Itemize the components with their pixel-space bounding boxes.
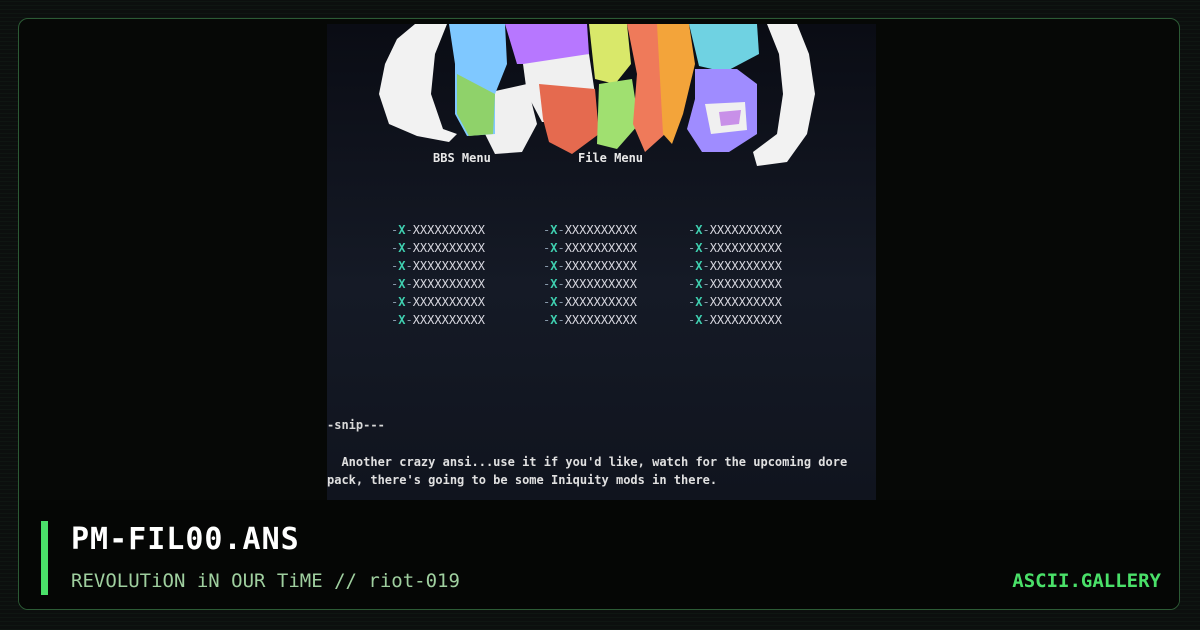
bbs-menu-label: BBS Menu: [433, 151, 491, 165]
menu-row: -X-XXXXXXXXXX: [391, 223, 485, 237]
description-line-2: pack, there's going to be some Iniquity …: [327, 473, 718, 487]
menu-row: -X-XXXXXXXXXX: [543, 223, 637, 237]
description-line-1: Another crazy ansi...use it if you'd lik…: [327, 455, 848, 469]
card-frame: BBS Menu File Menu -X-XXXXXXXXXX -X-XXXX…: [18, 18, 1180, 610]
menu-row: -X-XXXXXXXXXX: [543, 277, 637, 291]
file-menu-label: File Menu: [578, 151, 644, 165]
menu-row: -X-XXXXXXXXXX: [688, 277, 782, 291]
pack-subtitle: REVOLUTiON iN OUR TiME // riot-019: [71, 570, 460, 592]
accent-bar: [41, 521, 48, 595]
menu-row: -X-XXXXXXXXXX: [391, 313, 485, 327]
menu-row: -X-XXXXXXXXXX: [543, 295, 637, 309]
menu-row: -X-XXXXXXXXXX: [391, 277, 485, 291]
menu-row: -X-XXXXXXXXXX: [391, 241, 485, 255]
menu-row: -X-XXXXXXXXXX: [688, 313, 782, 327]
menu-column-3: -X-XXXXXXXXXX -X-XXXXXXXXXX -X-XXXXXXXXX…: [688, 221, 782, 329]
menu-row: -X-XXXXXXXXXX: [688, 259, 782, 273]
file-title: PM-FIL00.ANS: [71, 522, 300, 557]
menu-row: -X-XXXXXXXXXX: [543, 241, 637, 255]
snip-marker: -snip---: [327, 418, 385, 432]
brand-label: ASCII.GALLERY: [1012, 570, 1161, 592]
menu-row: -X-XXXXXXXXXX: [543, 259, 637, 273]
ansi-artwork: BBS Menu File Menu -X-XXXXXXXXXX -X-XXXX…: [327, 24, 876, 500]
menu-row: -X-XXXXXXXXXX: [391, 259, 485, 273]
menu-row: -X-XXXXXXXXXX: [543, 313, 637, 327]
menu-row: -X-XXXXXXXXXX: [391, 295, 485, 309]
menu-row: -X-XXXXXXXXXX: [688, 223, 782, 237]
info-footer: PM-FIL00.ANS REVOLUTiON iN OUR TiME // r…: [19, 500, 1179, 609]
menu-row: -X-XXXXXXXXXX: [688, 295, 782, 309]
artwork-description: Another crazy ansi...use it if you'd lik…: [327, 453, 876, 489]
menu-column-2: -X-XXXXXXXXXX -X-XXXXXXXXXX -X-XXXXXXXXX…: [543, 221, 637, 329]
menu-column-1: -X-XXXXXXXXXX -X-XXXXXXXXXX -X-XXXXXXXXX…: [391, 221, 485, 329]
menu-row: -X-XXXXXXXXXX: [688, 241, 782, 255]
